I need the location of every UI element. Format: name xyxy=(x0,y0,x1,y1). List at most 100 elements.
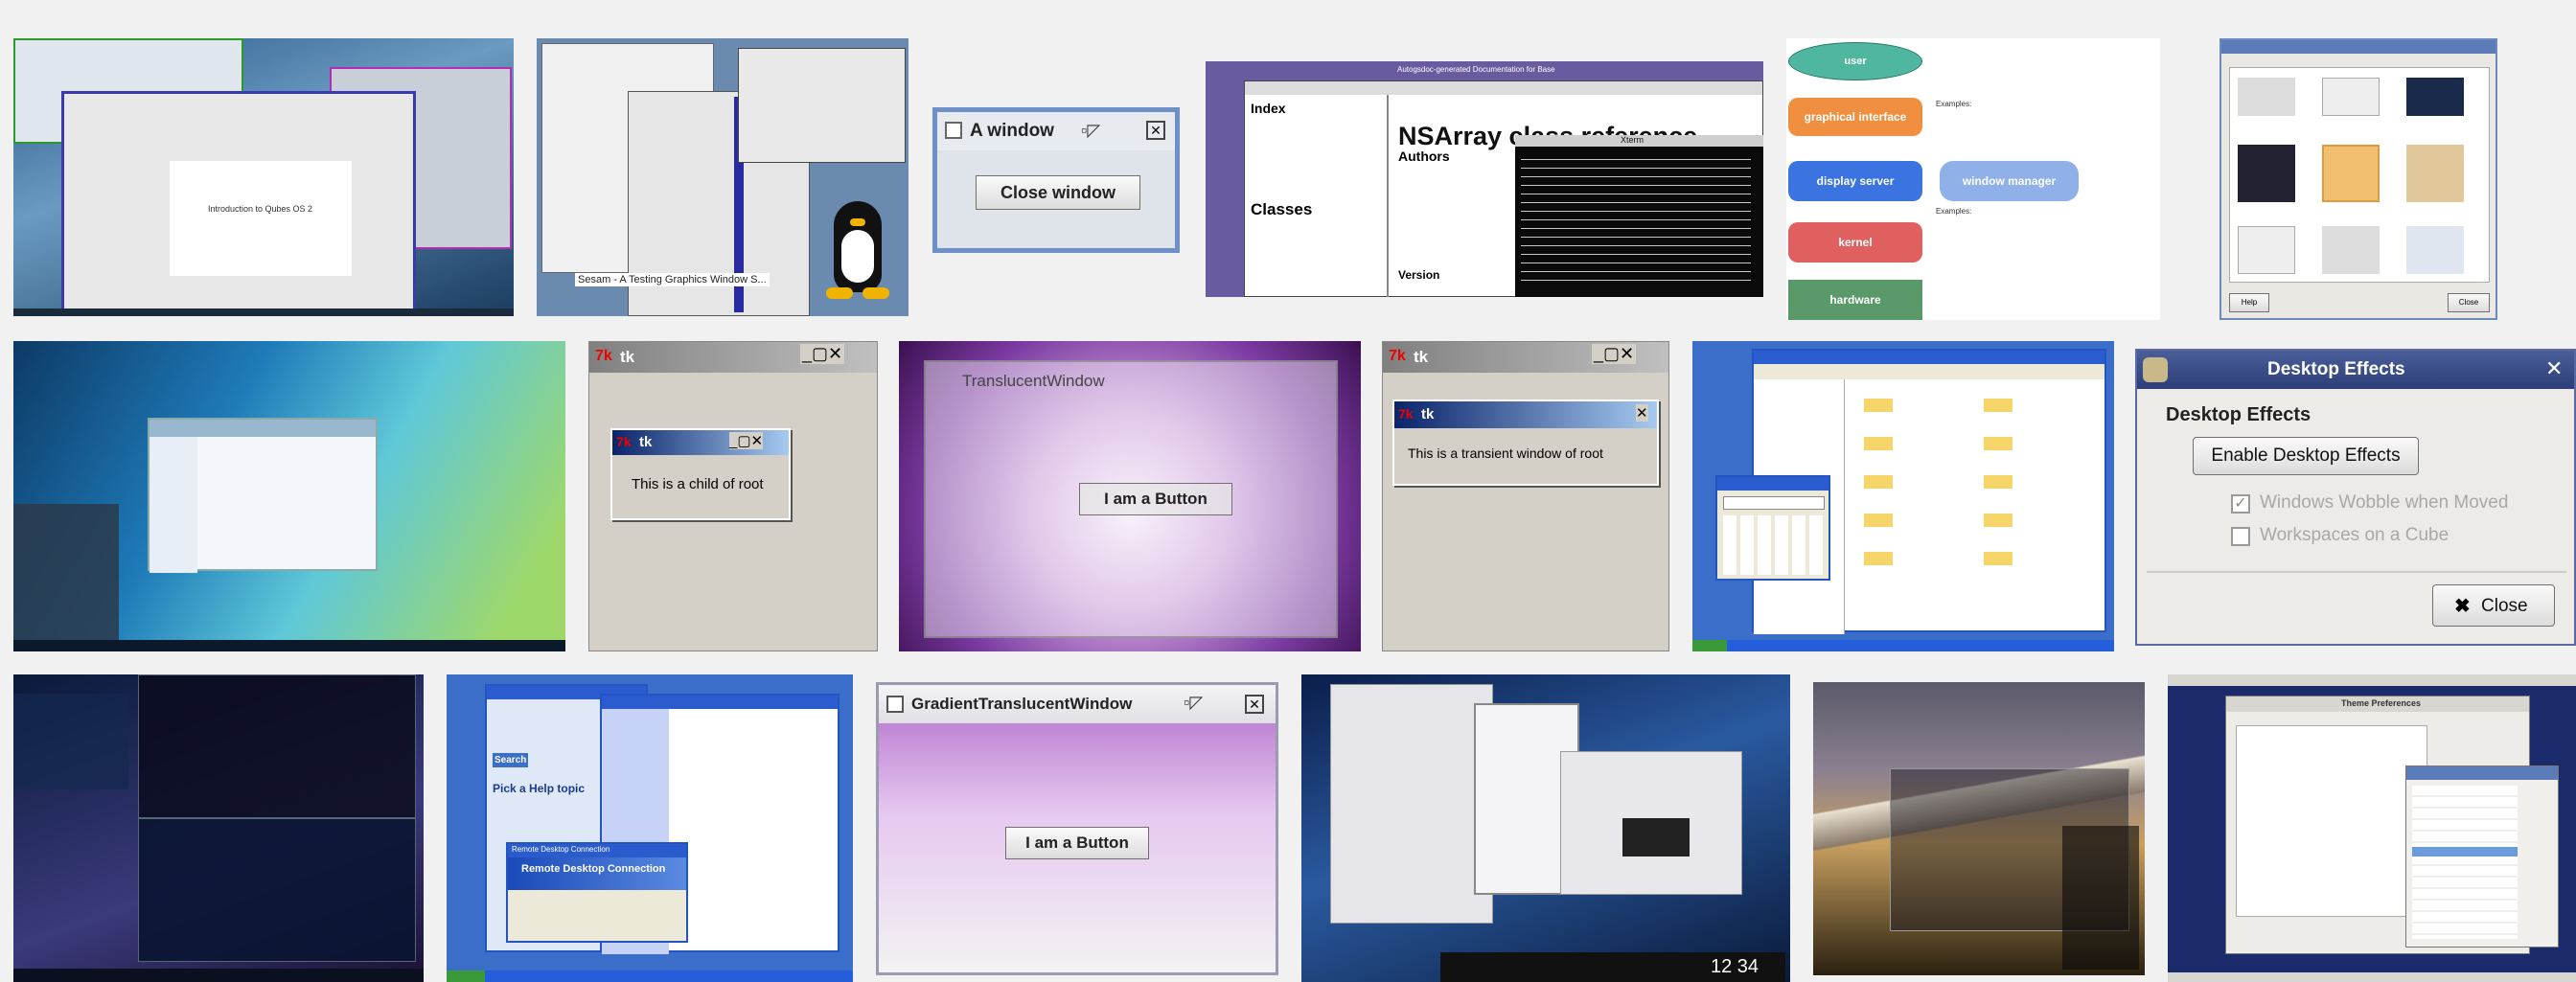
start-menu xyxy=(13,504,119,640)
icon-panel xyxy=(13,694,128,789)
index-frame: Index Classes xyxy=(1245,95,1389,297)
diagram-user-node: user xyxy=(1788,42,1922,80)
root-titlebar: 7k tk _▢✕ xyxy=(1383,342,1668,373)
thumbnail-gnome-appearance[interactable]: Help Close xyxy=(2220,38,2497,320)
thumbnail-tk-child[interactable]: 7k tk _▢✕ 7k tk _▢✕ This is a child of r… xyxy=(588,341,878,651)
top-panel xyxy=(2168,674,2576,686)
authors-heading: Authors xyxy=(1398,148,1450,164)
taskbar xyxy=(13,640,565,651)
thumbnail-xnest-linux[interactable]: Sesam - A Testing Graphics Window S... xyxy=(537,38,908,316)
version-label: Version xyxy=(1398,268,1440,282)
minimize-icon: ▫◸ xyxy=(1081,121,1101,140)
enable-desktop-effects-button[interactable]: Enable Desktop Effects xyxy=(2193,437,2419,475)
bottom-panel xyxy=(2168,972,2576,982)
cube-checkbox[interactable] xyxy=(2231,527,2250,546)
thumbnail-nsarray-docs[interactable]: Autogsdoc-generated Documentation for Ba… xyxy=(1206,61,1763,297)
window-controls-icon: _▢✕ xyxy=(1592,344,1637,364)
tux-penguin-icon xyxy=(824,201,891,307)
slide-title: Introduction to Qubes OS 2 xyxy=(208,204,313,214)
close-button[interactable]: ✖ Close xyxy=(2432,584,2555,627)
diagram-graphical-interface-node: graphical interface xyxy=(1788,98,1922,136)
cube-label: Workspaces on a Cube xyxy=(2260,525,2450,545)
window-title: Desktop Effects xyxy=(2267,359,2405,379)
clock-readout: 12 34 xyxy=(1711,956,1760,977)
close-x-icon: ✖ xyxy=(2454,596,2471,617)
thumbnail-windows-vista[interactable] xyxy=(13,341,565,651)
titlebar: Desktop Effects ✕ xyxy=(2137,351,2574,389)
child-controls-icon: _▢✕ xyxy=(729,432,764,449)
thumbnail-desktop-effects[interactable]: Desktop Effects ✕ Desktop Effects Enable… xyxy=(2135,349,2576,646)
explorer-window xyxy=(148,418,378,573)
thumbnail-a-window[interactable]: A window ▫◸ ✕ Close window xyxy=(932,107,1180,253)
window-title: GradientTranslucentWindow xyxy=(911,695,1133,713)
window-title: A window xyxy=(970,121,1054,141)
translucent-window: TranslucentWindow I am a Button xyxy=(924,360,1338,638)
close-icon[interactable]: ✕ xyxy=(2545,356,2563,381)
transient-close-icon: ✕ xyxy=(1636,404,1648,422)
diagram-hardware-node: hardware xyxy=(1788,280,1922,320)
root-title: tk xyxy=(620,348,635,366)
thumbnail-windows-xp-explorer[interactable] xyxy=(1692,341,2114,651)
tk-logo-icon: 7k xyxy=(595,348,612,364)
close-button-label: Close xyxy=(2481,596,2528,616)
thumbnail-display-server-diagram[interactable]: user graphical interface display server … xyxy=(1786,38,2160,320)
examples-label-2: Examples: xyxy=(1936,207,1972,216)
help-button[interactable]: Help xyxy=(2229,293,2269,312)
window-menu-icon xyxy=(945,122,962,139)
thumbnail-gnome-theme-prefs[interactable]: Theme Preferences xyxy=(2168,674,2576,982)
gradient-button[interactable]: I am a Button xyxy=(1005,827,1149,859)
section-heading: Desktop Effects xyxy=(2166,404,2312,425)
theme-preview xyxy=(2238,78,2295,116)
xnest-caption: Sesam - A Testing Graphics Window S... xyxy=(575,273,770,286)
tk-logo-icon-2: 7k xyxy=(1398,406,1414,422)
wobble-checkbox[interactable]: ✓ xyxy=(2231,494,2250,514)
taskbar xyxy=(1692,640,2114,651)
taskbar xyxy=(447,971,853,982)
thumbnail-mountain-desktop[interactable] xyxy=(1813,682,2145,975)
close-button[interactable]: Close xyxy=(2448,293,2490,312)
root-title: tk xyxy=(1414,348,1429,366)
thumbnail-qubes-os[interactable]: Introduction to Qubes OS 2 xyxy=(13,38,514,316)
dock: 12 34 xyxy=(1440,952,1785,982)
thumbnail-gradient-translucent-window[interactable]: GradientTranslucentWindow ▫◸ ✕ I am a Bu… xyxy=(876,682,1278,975)
thumbnail-translucent-window[interactable]: TranslucentWindow I am a Button xyxy=(899,341,1361,651)
theme-grid xyxy=(2229,67,2490,283)
theme-prefs-title: Theme Preferences xyxy=(2341,698,2422,708)
diagram-display-server-node: display server xyxy=(1788,161,1922,201)
child-title: tk xyxy=(639,434,653,450)
panel xyxy=(13,969,424,982)
transient-window: 7k tk ✕ This is a transient window of ro… xyxy=(1392,400,1659,486)
xterm-title: Xterm xyxy=(1621,135,1644,145)
titlebar: GradientTranslucentWindow ▫◸ ✕ xyxy=(879,685,1276,723)
thumbnail-tk-transient[interactable]: 7k tk _▢✕ 7k tk ✕ This is a transient wi… xyxy=(1382,341,1669,651)
close-icon[interactable]: ✕ xyxy=(1245,695,1264,714)
thumbnail-flip3d-desktop[interactable]: 12 34 xyxy=(1301,674,1790,982)
presentation-window: Introduction to Qubes OS 2 xyxy=(61,91,416,316)
titlebar: A window ▫◸ ✕ xyxy=(937,112,1175,150)
translucent-title: TranslucentWindow xyxy=(962,372,1105,390)
classes-heading: Classes xyxy=(1251,200,1313,218)
theme-details-window xyxy=(2405,765,2559,948)
rdc-window: Remote Desktop Connection Remote Desktop… xyxy=(506,842,688,943)
stacked-window-1 xyxy=(1330,684,1493,924)
browser-window: Index Classes NSArray class reference Au… xyxy=(1244,80,1763,297)
doc-caption: Autogsdoc-generated Documentation for Ba… xyxy=(1397,65,1555,74)
thumbnail-xp-remote-desktop[interactable]: Search Pick a Help topic Remote Desktop … xyxy=(447,674,853,982)
close-window-button[interactable]: Close window xyxy=(976,175,1140,210)
tk-logo-icon-2: 7k xyxy=(616,434,632,449)
address-bar xyxy=(1245,81,1762,95)
slide-canvas: Introduction to Qubes OS 2 xyxy=(170,161,352,276)
help-topic-heading: Pick a Help topic xyxy=(493,782,586,795)
translucent-button[interactable]: I am a Button xyxy=(1079,483,1232,515)
tk-logo-icon: 7k xyxy=(1389,348,1406,364)
examples-label-1: Examples: xyxy=(1936,100,1972,108)
thumbnail-dark-linux-desktop[interactable] xyxy=(13,674,424,982)
rdc-heading: Remote Desktop Connection xyxy=(521,863,666,875)
index-heading: Index xyxy=(1251,101,1286,116)
image-viewer-window xyxy=(738,48,906,163)
transient-title: tk xyxy=(1421,406,1435,422)
terminal-bottom xyxy=(138,818,416,962)
calculator-window xyxy=(1715,475,1830,581)
root-titlebar: 7k tk _▢✕ xyxy=(589,342,877,373)
search-label: Search xyxy=(493,753,529,767)
